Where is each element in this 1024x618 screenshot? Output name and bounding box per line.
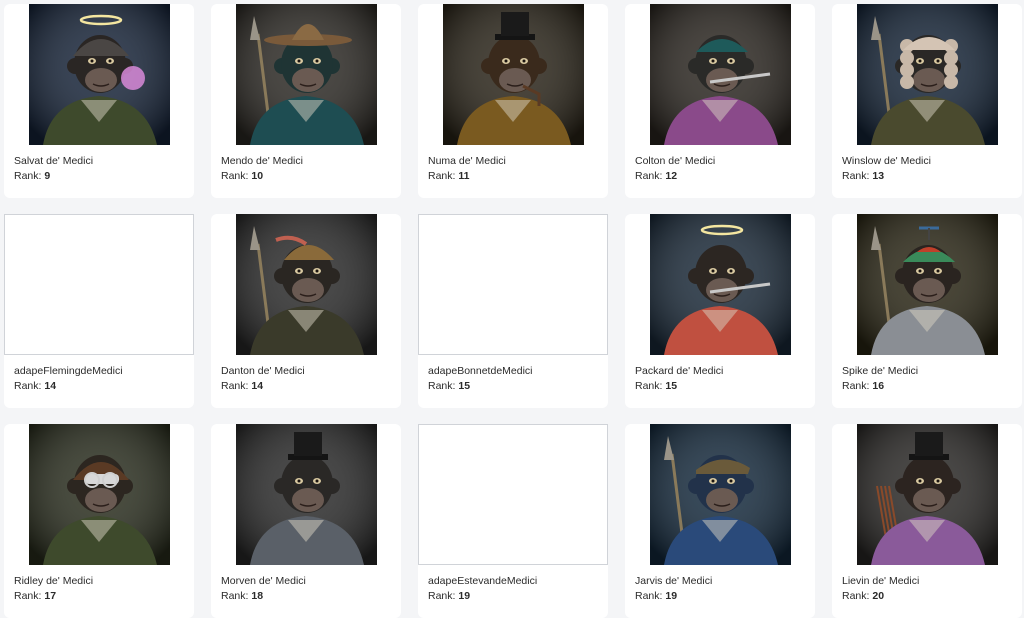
card-rank: Rank: 20 (842, 590, 884, 602)
card-name[interactable]: adapeFlemingdeMedici (14, 365, 123, 377)
rank-label: Rank: (221, 380, 249, 392)
card-name[interactable]: adapeEstevandeMedici (428, 575, 537, 587)
card-rank: Rank: 14 (221, 380, 263, 392)
rank-label: Rank: (842, 380, 870, 392)
nft-card[interactable]: Spike de' Medici Rank: 16 (832, 214, 1022, 408)
rank-label: Rank: (14, 590, 42, 602)
nft-card[interactable]: Morven de' Medici Rank: 18 (211, 424, 401, 618)
rank-value: 11 (458, 170, 470, 182)
card-rank: Rank: 19 (635, 590, 677, 602)
nft-card[interactable]: Salvat de' Medici Rank: 9 (4, 4, 194, 198)
card-name[interactable]: Numa de' Medici (428, 155, 506, 167)
rank-label: Rank: (428, 170, 456, 182)
card-name[interactable]: Spike de' Medici (842, 365, 918, 377)
rank-value: 10 (251, 170, 264, 182)
danton-portrait[interactable] (236, 214, 377, 355)
rank-value: 19 (665, 590, 678, 602)
nft-card[interactable]: Mendo de' Medici Rank: 10 (211, 4, 401, 198)
spike-portrait[interactable] (857, 214, 998, 355)
rank-value: 12 (665, 170, 678, 182)
card-name[interactable]: Salvat de' Medici (14, 155, 93, 167)
salvat-portrait[interactable] (29, 4, 170, 145)
rank-label: Rank: (842, 590, 870, 602)
jarvis-portrait[interactable] (650, 424, 791, 565)
card-rank: Rank: 11 (428, 170, 469, 182)
colton-portrait[interactable] (650, 4, 791, 145)
nft-card[interactable]: adapeFlemingdeMedici Rank: 14 (4, 214, 194, 408)
nft-card[interactable]: adapeEstevandeMedici Rank: 19 (418, 424, 608, 618)
rank-label: Rank: (428, 590, 456, 602)
nft-card[interactable]: Colton de' Medici Rank: 12 (625, 4, 815, 198)
nft-card[interactable]: Winslow de' Medici Rank: 13 (832, 4, 1022, 198)
card-name[interactable]: Lievin de' Medici (842, 575, 919, 587)
rank-label: Rank: (221, 170, 249, 182)
rank-label: Rank: (842, 170, 870, 182)
card-name[interactable]: Danton de' Medici (221, 365, 305, 377)
card-rank: Rank: 10 (221, 170, 263, 182)
rank-value: 14 (251, 380, 264, 392)
rank-value: 20 (872, 590, 885, 602)
card-rank: Rank: 18 (221, 590, 263, 602)
rank-label: Rank: (635, 170, 663, 182)
morven-portrait[interactable] (236, 424, 377, 565)
nft-card[interactable]: Lievin de' Medici Rank: 20 (832, 424, 1022, 618)
rank-value: 13 (872, 170, 885, 182)
card-rank: Rank: 15 (635, 380, 677, 392)
image-placeholder[interactable] (418, 214, 608, 355)
card-name[interactable]: Packard de' Medici (635, 365, 723, 377)
card-rank: Rank: 17 (14, 590, 56, 602)
image-placeholder[interactable] (418, 424, 608, 565)
rank-value: 16 (872, 380, 885, 392)
rank-label: Rank: (635, 590, 663, 602)
rank-value: 15 (458, 380, 471, 392)
card-name[interactable]: Morven de' Medici (221, 575, 306, 587)
rank-value: 19 (458, 590, 471, 602)
card-rank: Rank: 12 (635, 170, 677, 182)
rank-label: Rank: (221, 590, 249, 602)
card-rank: Rank: 14 (14, 380, 56, 392)
card-name[interactable]: Mendo de' Medici (221, 155, 303, 167)
packard-portrait[interactable] (650, 214, 791, 355)
card-rank: Rank: 19 (428, 590, 470, 602)
nft-card[interactable]: Ridley de' Medici Rank: 17 (4, 424, 194, 618)
nft-card[interactable]: Danton de' Medici Rank: 14 (211, 214, 401, 408)
rank-value: 14 (44, 380, 57, 392)
card-name[interactable]: adapeBonnetdeMedici (428, 365, 533, 377)
card-rank: Rank: 9 (14, 170, 50, 182)
mendo-portrait[interactable] (236, 4, 377, 145)
nft-card[interactable]: Jarvis de' Medici Rank: 19 (625, 424, 815, 618)
rank-label: Rank: (635, 380, 663, 392)
nft-card[interactable]: adapeBonnetdeMedici Rank: 15 (418, 214, 608, 408)
rank-label: Rank: (14, 170, 42, 182)
rank-label: Rank: (428, 380, 456, 392)
card-name[interactable]: Colton de' Medici (635, 155, 715, 167)
lievin-portrait[interactable] (857, 424, 998, 565)
rank-value: 18 (251, 590, 264, 602)
image-placeholder[interactable] (4, 214, 194, 355)
rank-label: Rank: (14, 380, 42, 392)
card-rank: Rank: 16 (842, 380, 884, 392)
numa-portrait[interactable] (443, 4, 584, 145)
rank-value: 15 (665, 380, 678, 392)
rank-value: 17 (44, 590, 57, 602)
card-rank: Rank: 13 (842, 170, 884, 182)
nft-card[interactable]: Packard de' Medici Rank: 15 (625, 214, 815, 408)
card-rank: Rank: 15 (428, 380, 470, 392)
card-name[interactable]: Ridley de' Medici (14, 575, 93, 587)
rank-value: 9 (44, 170, 51, 182)
ridley-portrait[interactable] (29, 424, 170, 565)
winslow-portrait[interactable] (857, 4, 998, 145)
nft-card[interactable]: Numa de' Medici Rank: 11 (418, 4, 608, 198)
card-name[interactable]: Jarvis de' Medici (635, 575, 712, 587)
card-name[interactable]: Winslow de' Medici (842, 155, 931, 167)
nft-card-grid: Salvat de' Medici Rank: 9 Mendo de' Medici… (0, 0, 1024, 618)
